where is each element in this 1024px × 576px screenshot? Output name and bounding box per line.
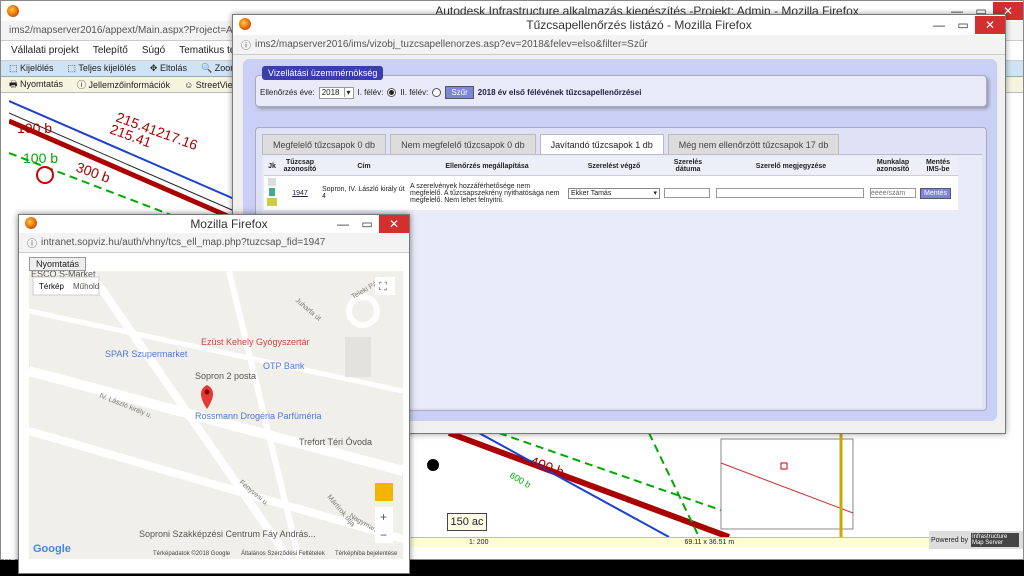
map-footer: Térképadatok ©2018 Google bbox=[153, 550, 231, 557]
hydrant-table: Jk Tűzcsap azonosító Cím Ellenőrzés megá… bbox=[264, 157, 958, 210]
tab-not-ok[interactable]: Nem megfelelő tűzcsapok 0 db bbox=[390, 134, 536, 154]
place-label: Trefort Téri Óvoda bbox=[299, 437, 372, 447]
close-button[interactable]: ✕ bbox=[378, 215, 409, 233]
zoom-out-button[interactable]: − bbox=[380, 528, 387, 542]
map-window: Mozilla Firefox — ▭ ✕ ⓘ intranet.sopviz.… bbox=[18, 214, 410, 574]
pan-tool[interactable]: ✥ Eltolás bbox=[150, 63, 187, 74]
maximize-button[interactable]: ▭ bbox=[951, 16, 975, 34]
table-row: 1947 Sopron, IV. László király út 4 A sz… bbox=[264, 175, 958, 210]
map-url-bar[interactable]: ⓘ intranet.sopviz.hu/auth/vhny/tcs_ell_m… bbox=[19, 233, 409, 253]
brand-logo: Infrastructure Map Server bbox=[970, 533, 1019, 547]
list-url-bar[interactable]: ⓘ ims2/mapserver2016/ims/vizobj_tuzcsape… bbox=[233, 35, 1005, 55]
streetview-tool[interactable]: ☺ StreetView bbox=[184, 80, 239, 90]
scale-text: 1: 200 bbox=[469, 539, 489, 546]
place-label: Sopron 2 posta bbox=[195, 371, 256, 381]
map-type-map[interactable]: Térkép bbox=[39, 282, 64, 291]
select-all-tool[interactable]: ⬚ Teljes kijelölés bbox=[68, 63, 136, 74]
extent-text: 69.11 x 36.51 m bbox=[684, 539, 735, 546]
col-header: Szerelő megjegyzése bbox=[714, 157, 868, 176]
map-title-bar: Mozilla Firefox — ▭ ✕ bbox=[19, 215, 409, 233]
firefox-icon bbox=[239, 17, 251, 30]
menu-item[interactable]: Vállalati projekt bbox=[11, 45, 79, 56]
info-tool[interactable]: ⓘ Jellemzőinformációk bbox=[77, 78, 170, 91]
map-footer[interactable]: Térképhiba bejelentése bbox=[335, 551, 398, 557]
year-label: Ellenőrzés éve: bbox=[260, 88, 315, 97]
place-label: Rossmann Drogéria Parfüméria bbox=[195, 411, 322, 421]
tab-ok[interactable]: Megfelelő tűzcsapok 0 db bbox=[262, 134, 387, 154]
half2-label: II. félév: bbox=[400, 88, 429, 97]
print-button[interactable]: Nyomtatás bbox=[29, 257, 87, 271]
google-logo: Google bbox=[33, 543, 71, 555]
minimize-button[interactable]: — bbox=[927, 16, 951, 34]
place-label: OTP Bank bbox=[263, 361, 305, 371]
map-label: 100 b bbox=[17, 120, 52, 136]
firefox-icon bbox=[25, 216, 37, 229]
hydrant-id-link[interactable]: 1947 bbox=[292, 190, 308, 197]
maximize-button[interactable]: ▭ bbox=[355, 215, 379, 233]
chevron-down-icon: ▾ bbox=[343, 88, 351, 97]
pegman-icon[interactable] bbox=[375, 483, 393, 501]
year-select[interactable]: 2018 ▾ bbox=[318, 86, 354, 99]
tab-repair[interactable]: Javítandó tűzcsapok 1 db bbox=[539, 134, 664, 154]
scale-label: 150 ac bbox=[447, 513, 487, 531]
save-button[interactable]: Mentés bbox=[920, 187, 951, 199]
filter-box: Vizellátási üzemmérnökség Ellenőrzés éve… bbox=[255, 66, 987, 107]
map-type-satellite[interactable]: Műhold bbox=[73, 282, 99, 291]
chevron-down-icon: ▾ bbox=[653, 190, 657, 197]
main-url: ims2/mapserver2016/appext/Main.aspx?Proj… bbox=[9, 25, 255, 36]
half1-radio[interactable] bbox=[387, 88, 397, 97]
tab-unchecked[interactable]: Még nem ellenőrzött tűzcsapok 17 db bbox=[667, 134, 840, 154]
list-url: ims2/mapserver2016/ims/vizobj_tuzcsapell… bbox=[255, 39, 648, 50]
repair-date-input[interactable] bbox=[664, 188, 710, 198]
map-footer[interactable]: Általános Szerződési Feltételek bbox=[241, 550, 326, 557]
place-label: Soproni Szakképzési Centrum Fáy András..… bbox=[139, 529, 316, 539]
powered-by: Powered by Infrastructure Map Server bbox=[929, 531, 1023, 549]
tab-bar: Megfelelő tűzcsapok 0 db Nem megfelelő t… bbox=[262, 134, 843, 154]
col-header: Szerelést végző bbox=[566, 157, 662, 176]
col-header: Szerelés dátuma bbox=[662, 157, 714, 176]
half2-radio[interactable] bbox=[432, 88, 442, 97]
minimize-button[interactable]: — bbox=[331, 215, 355, 233]
filter-button[interactable]: Szűr bbox=[445, 86, 474, 99]
col-header: Mentés IMS-be bbox=[918, 157, 958, 176]
place-label: SPAR Szupermarket bbox=[105, 349, 188, 359]
list-title-bar: Tűzcsapellenőrzés listázó - Mozilla Fire… bbox=[233, 15, 1005, 35]
col-header: Cím bbox=[320, 157, 408, 176]
filter-box-title: Vizellátási üzemmérnökség bbox=[262, 66, 384, 80]
map-url: intranet.sopviz.hu/auth/vhny/tcs_ell_map… bbox=[41, 237, 326, 248]
filter-controls: Ellenőrzés éve: 2018 ▾ I. félév: II. félé… bbox=[260, 86, 641, 99]
map-label: 100 b bbox=[23, 150, 58, 166]
info-icon: ⓘ bbox=[27, 239, 37, 250]
close-button[interactable]: ✕ bbox=[974, 16, 1005, 34]
taskbar-text: Tru bbox=[2, 552, 16, 562]
firefox-icon bbox=[7, 5, 19, 17]
menu-item[interactable]: Telepítő bbox=[93, 45, 128, 56]
list-window-title: Tűzcsapellenőrzés listázó - Mozilla Fire… bbox=[526, 18, 752, 32]
print-tool[interactable]: 🖶 Nyomtatás bbox=[9, 77, 63, 93]
fitter-note-input[interactable] bbox=[716, 188, 864, 198]
address-cell: Sopron, IV. László király út 4 bbox=[320, 175, 408, 210]
select-tool[interactable]: ⬚ Kijelölés bbox=[9, 63, 54, 74]
menu-item[interactable]: Súgó bbox=[142, 45, 165, 56]
finding-cell: A szerelvények hozzáférhetősége nem megf… bbox=[408, 175, 566, 210]
half1-label: I. félév: bbox=[357, 88, 384, 97]
lock-icon: ⓘ bbox=[241, 41, 251, 52]
filter-caption: 2018 év első félévének tűzcsapellenőrzés… bbox=[477, 88, 642, 97]
fullscreen-icon[interactable]: ⛶ bbox=[379, 281, 387, 293]
col-header: Jk bbox=[264, 157, 280, 176]
hydrant-thumbnail[interactable] bbox=[264, 175, 280, 210]
col-header: Munkalap azonosító bbox=[868, 157, 918, 176]
fitter-select[interactable]: Ekker Tamás ▾ bbox=[568, 187, 660, 199]
worksheet-input[interactable] bbox=[870, 188, 916, 198]
col-header: Tűzcsap azonosító bbox=[280, 157, 320, 176]
place-label: Ezüst Kehely Gyógyszertár bbox=[201, 337, 310, 347]
zoom-in-button[interactable]: + bbox=[380, 510, 387, 524]
google-map[interactable]: ESCO S-Market Ezüst Kehely Gyógyszertár … bbox=[29, 271, 403, 559]
map-window-title: Mozilla Firefox bbox=[190, 217, 268, 231]
col-header: Ellenőrzés megállapítása bbox=[408, 157, 566, 176]
